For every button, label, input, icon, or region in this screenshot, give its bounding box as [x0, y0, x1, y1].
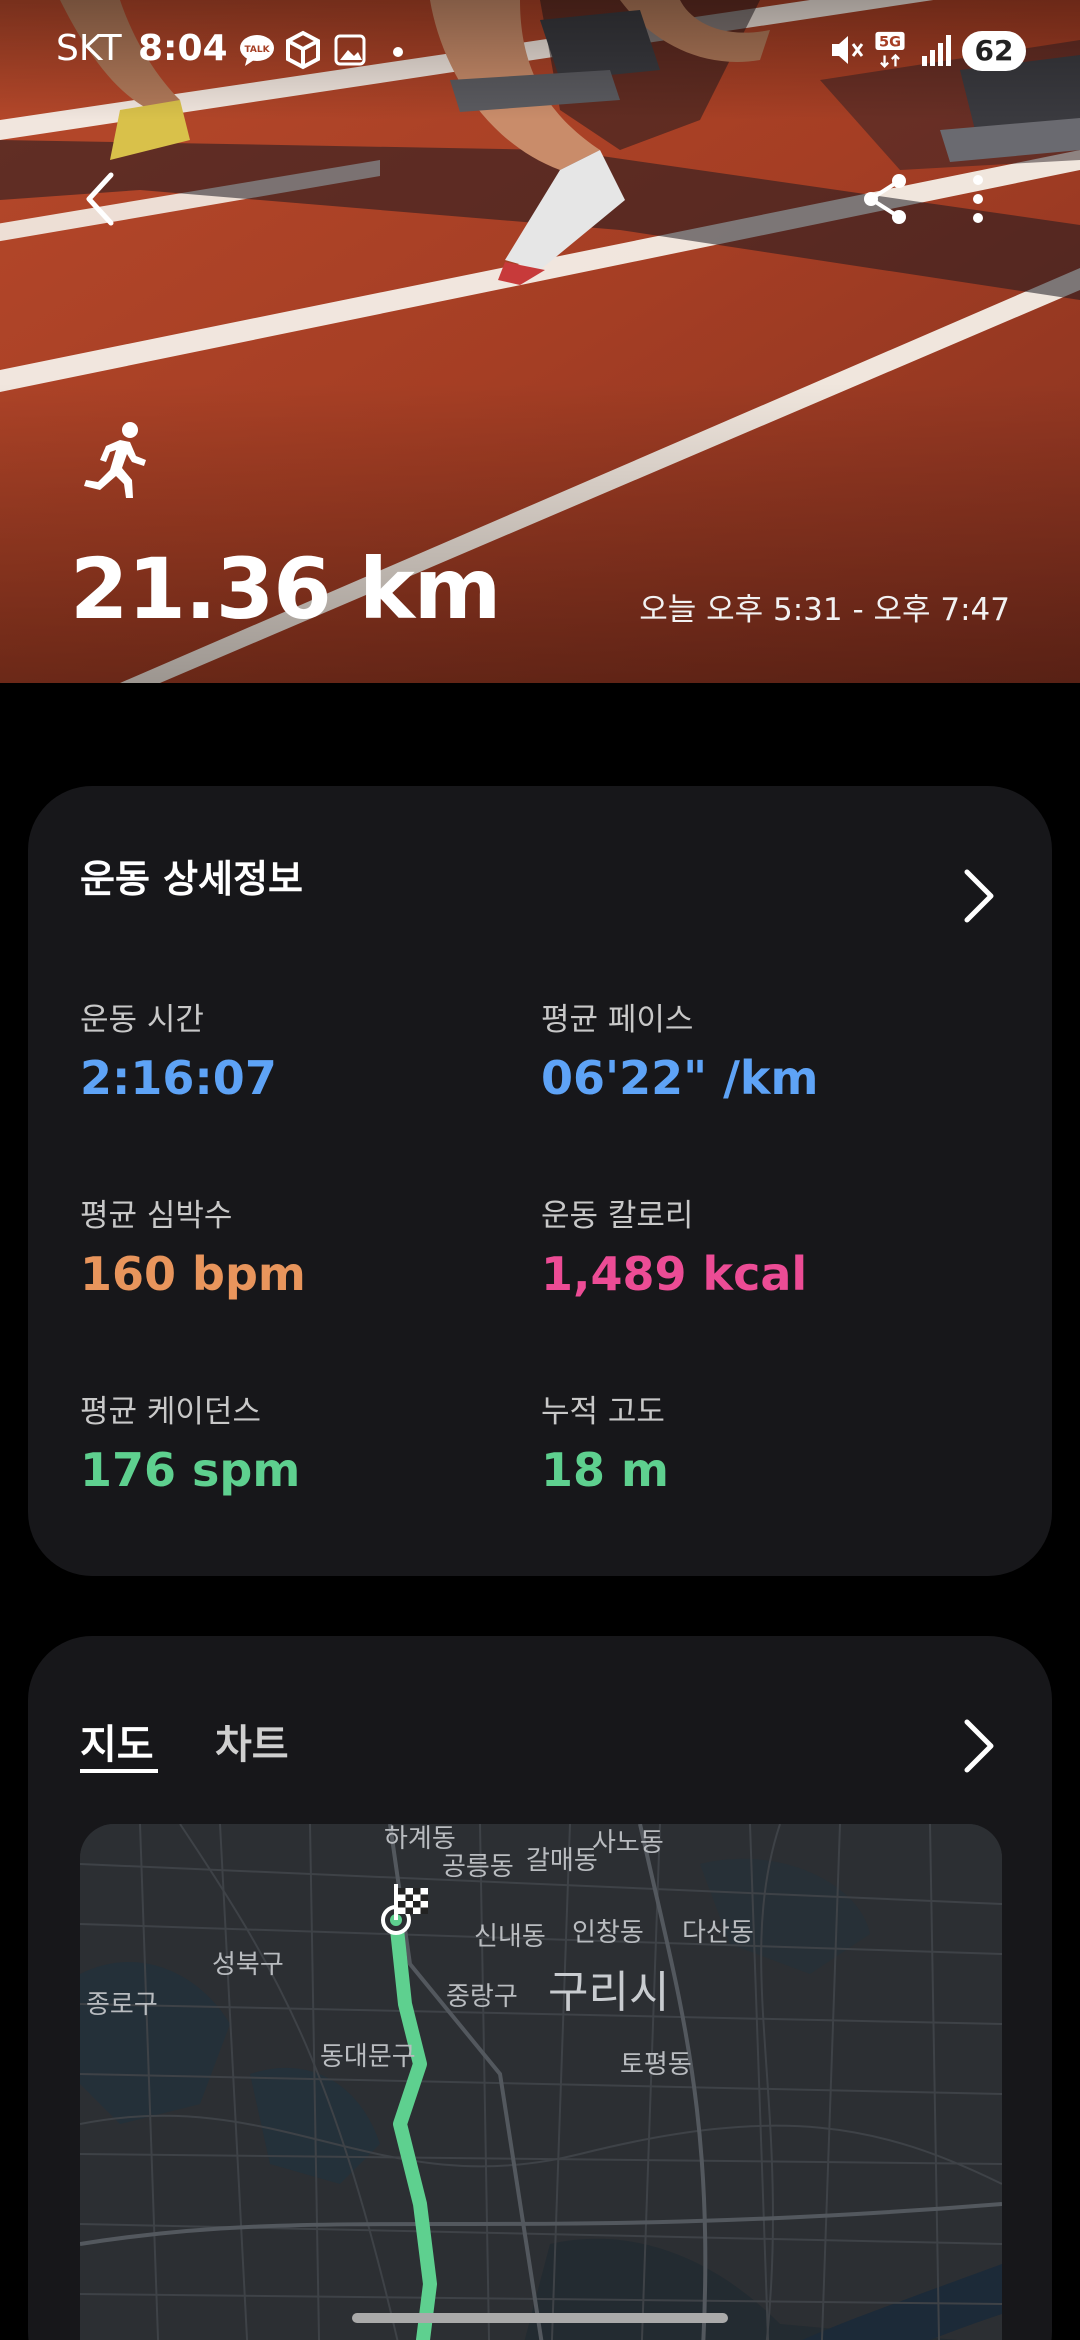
stat-avg-heart-rate: 평균 심박수 160 bpm — [80, 1190, 520, 1301]
stat-value: 2:16:07 — [80, 1051, 277, 1105]
stat-value: 176 spm — [80, 1443, 301, 1497]
hero-banner: SKT 8:04 TALK 5G 62 21.36 km 오늘 오후 5:31 … — [0, 0, 1080, 683]
map-place-label: 공릉동 — [442, 1852, 514, 1882]
carrier-label: SKT — [56, 28, 122, 69]
stat-elevation-gain: 누적 고도 18 m — [541, 1386, 981, 1497]
stat-value: 06'22" /km — [541, 1051, 819, 1105]
workout-time-range: 오늘 오후 5:31 - 오후 7:47 — [639, 592, 1010, 628]
clock: 8:04 — [138, 28, 228, 69]
stat-value: 1,489 kcal — [541, 1247, 808, 1301]
distance-value: 21.36 km — [70, 540, 501, 638]
5g-icon: 5G — [875, 31, 905, 68]
stat-avg-pace: 평균 페이스 06'22" /km — [541, 994, 981, 1105]
details-title: 운동 상세정보 — [80, 857, 303, 901]
stat-avg-cadence: 평균 케이던스 176 spm — [80, 1386, 520, 1497]
map-place-label: 중랑구 — [446, 1982, 518, 2012]
more-vert-icon — [973, 175, 983, 223]
package-icon — [286, 30, 320, 70]
signal-icon — [922, 35, 951, 66]
chevron-right-icon[interactable] — [953, 1716, 1003, 1776]
map-place-label: 인창동 — [572, 1918, 644, 1948]
status-bar: SKT 8:04 TALK 5G 62 — [0, 0, 1080, 104]
map-place-label: 신내동 — [474, 1922, 546, 1952]
stat-label: 평균 심박수 — [80, 1198, 233, 1234]
map-place-label: 갈매동 — [526, 1846, 598, 1876]
running-icon — [84, 422, 146, 498]
map-place-label: 종로구 — [86, 1990, 158, 2020]
share-icon — [864, 174, 906, 224]
tab-chart[interactable]: 차트 — [215, 1712, 289, 1770]
stat-value: 160 bpm — [80, 1247, 306, 1301]
map-place-label: 사노동 — [592, 1828, 664, 1858]
map-place-label: 동대문구 — [320, 2042, 416, 2072]
chevron-right-icon[interactable] — [953, 866, 1003, 926]
stat-label: 운동 시간 — [80, 1002, 204, 1038]
stat-label: 평균 페이스 — [541, 1002, 694, 1038]
more-options-button[interactable] — [943, 164, 1013, 234]
share-button[interactable] — [851, 164, 921, 234]
workout-details-card[interactable]: 운동 상세정보 운동 시간 2:16:07 평균 페이스 06'22" /km … — [28, 786, 1052, 1576]
map-roads — [80, 1824, 1002, 2340]
route-map[interactable]: 하계동 공릉동 갈매동 사노동 신내동 인창동 다산동 성북구 중랑구 구리시 … — [80, 1824, 1002, 2340]
stat-label: 평균 케이던스 — [80, 1394, 261, 1430]
active-tab-indicator — [80, 1769, 158, 1773]
map-place-label: 성북구 — [212, 1950, 284, 1980]
back-button[interactable] — [64, 164, 134, 234]
map-chart-card: 지도 차트 하계동 공릉동 갈매동 사노동 신내동 인창동 다산동 성북구 중랑… — [28, 1636, 1052, 2340]
tab-map[interactable]: 지도 — [80, 1712, 154, 1770]
stat-calories: 운동 칼로리 1,489 kcal — [541, 1190, 981, 1301]
map-place-label: 구리시 — [548, 1967, 670, 2018]
map-place-label: 토평동 — [620, 2050, 692, 2080]
talk-icon: TALK — [240, 35, 274, 66]
svg-text:TALK: TALK — [244, 45, 270, 55]
map-place-label: 다산동 — [682, 1918, 754, 1948]
stat-label: 운동 칼로리 — [541, 1198, 694, 1234]
stat-duration: 운동 시간 2:16:07 — [80, 994, 520, 1105]
mute-icon — [832, 36, 864, 64]
gallery-icon — [334, 34, 366, 66]
back-arrow-icon — [86, 172, 114, 226]
battery-icon: 62 — [962, 31, 1026, 71]
dot-icon — [393, 47, 403, 57]
stat-label: 누적 고도 — [541, 1394, 665, 1430]
svg-text:5G: 5G — [879, 34, 901, 50]
stat-value: 18 m — [541, 1443, 669, 1497]
home-indicator[interactable] — [352, 2313, 728, 2323]
